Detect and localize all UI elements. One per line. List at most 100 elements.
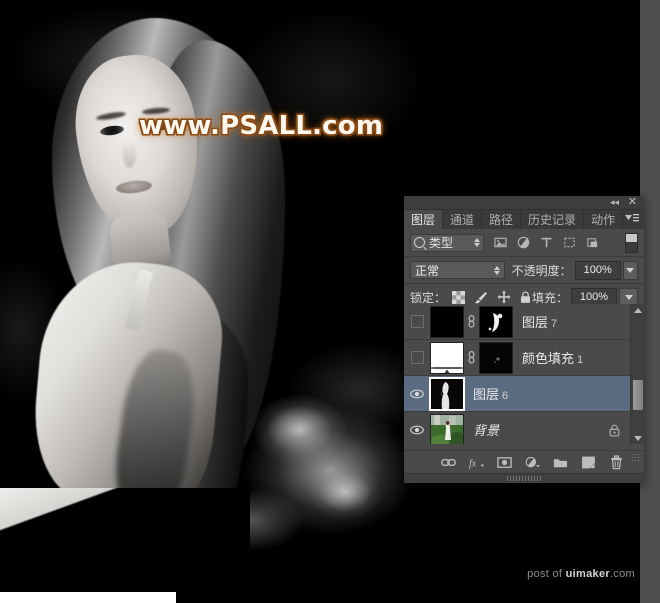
adjustment-filter-icon[interactable] [517, 236, 530, 249]
layer-name-suffix: 7 [551, 318, 558, 330]
table-row[interactable]: 颜色填充 1 [404, 340, 630, 376]
layer-list-scrollbar[interactable] [630, 304, 645, 444]
padlock-glyph [609, 424, 620, 437]
scrollbar-thumb[interactable] [633, 380, 643, 410]
filter-enable-toggle[interactable] [625, 232, 638, 253]
panel-menu-icon[interactable] [625, 213, 639, 227]
layer-name[interactable]: 背景 [473, 420, 499, 439]
layer-mask-thumbnail[interactable] [479, 305, 513, 338]
credit-brand: uimaker [565, 568, 610, 580]
opacity-slider-caret[interactable] [622, 260, 638, 280]
tab-actions[interactable]: 动作 [584, 210, 624, 229]
filter-kind-select[interactable]: 类型 [410, 233, 484, 252]
layer-thumbnail[interactable] [429, 376, 465, 411]
chain-link-glyph [468, 315, 475, 328]
layer-name-text: 图层 [473, 387, 500, 402]
chevron-updown-icon [474, 238, 480, 247]
collapse-icon[interactable]: ◂◂ [610, 197, 619, 208]
layer-name[interactable]: 图层 7 [522, 312, 557, 331]
layer-mask-thumbnail[interactable] [479, 341, 513, 374]
layer-name[interactable]: 颜色填充 1 [522, 348, 583, 367]
search-icon [414, 237, 425, 248]
eye-icon [410, 389, 424, 398]
layer-name[interactable]: 图层 6 [473, 384, 508, 403]
blend-mode-value: 正常 [415, 263, 440, 278]
add-layer-mask-icon[interactable] [497, 455, 512, 470]
panel-resize-grip[interactable] [631, 453, 640, 462]
layer-locked-icon [609, 424, 620, 440]
panel-drag-grip[interactable] [507, 476, 541, 481]
visibility-toggle-layer6[interactable] [404, 389, 430, 399]
layer-style-fx-icon[interactable]: fx [469, 455, 484, 470]
layer-list[interactable]: 图层 7 颜色填充 1 图层 6 背景 [404, 304, 630, 444]
smart-object-filter-icon[interactable] [586, 236, 599, 249]
panel-title-bar[interactable]: ◂◂ ✕ [404, 196, 644, 210]
lock-all-icon[interactable] [520, 291, 531, 304]
cutout-edge [0, 488, 250, 603]
figure-preview [431, 378, 463, 409]
shape-filter-icon[interactable] [563, 236, 576, 249]
link-layers-icon[interactable] [441, 455, 456, 470]
layer-name-text: 颜色填充 [522, 351, 575, 366]
link-mask-icon[interactable] [467, 351, 476, 364]
lock-label: 锁定： [410, 290, 447, 305]
tab-layers[interactable]: 图层 [404, 210, 444, 229]
layer-thumbnail[interactable] [430, 341, 464, 374]
visibility-toggle-layer7[interactable] [404, 315, 430, 328]
nose [123, 140, 136, 168]
layer-thumbnail[interactable] [430, 305, 464, 338]
credit-line: post of uimaker.com [527, 568, 635, 580]
watermark-text: www.PSALL.com [139, 111, 384, 141]
type-filter-icon[interactable] [540, 236, 553, 249]
table-row[interactable]: 背景 [404, 412, 630, 444]
tab-channels[interactable]: 通道 [443, 210, 483, 229]
visibility-toggle-background[interactable] [404, 425, 430, 435]
eye-icon [410, 425, 424, 434]
screenshot-root: www.PSALL.com post of uimaker.com ◂◂ ✕ 图… [0, 0, 660, 603]
bottom-white-strip [0, 592, 176, 603]
table-row[interactable]: 图层 7 [404, 304, 630, 340]
tab-history[interactable]: 历史记录 [521, 210, 585, 229]
lock-position-icon[interactable] [497, 290, 511, 304]
filter-icon-group [494, 236, 599, 249]
close-icon[interactable]: ✕ [628, 196, 637, 208]
layer-name-suffix: 1 [577, 354, 584, 366]
eye-hidden-icon [410, 315, 424, 328]
opacity-label: 不透明度： [511, 263, 572, 278]
svg-text:fx: fx [469, 458, 477, 469]
opacity-value[interactable]: 100% [574, 260, 621, 280]
panel-footer [404, 473, 644, 483]
chain-link-glyph [468, 351, 475, 364]
layer-thumbnail[interactable] [430, 413, 464, 444]
background-photo-preview [431, 414, 463, 444]
table-row[interactable]: 图层 6 [404, 376, 630, 412]
link-mask-icon[interactable] [467, 315, 476, 328]
panel-tabs: 图层 通道 路径 历史记录 动作 [404, 210, 644, 229]
mask-preview [480, 342, 512, 373]
mask-preview [480, 306, 512, 337]
new-layer-icon[interactable] [581, 455, 596, 470]
layers-panel: ◂◂ ✕ 图层 通道 路径 历史记录 动作 类型 正常 不透明度： 100% 锁… [404, 196, 645, 483]
layer-name-suffix: 6 [502, 390, 509, 402]
gradient-fill-preview [431, 342, 463, 373]
delete-layer-icon[interactable] [609, 455, 624, 470]
hamburger-glyph [625, 214, 639, 222]
lock-icon-group [452, 290, 531, 304]
new-adjustment-layer-icon[interactable] [525, 455, 540, 470]
new-group-icon[interactable] [553, 455, 568, 470]
layer-name-text: 背景 [473, 423, 500, 438]
scroll-up-arrow-icon[interactable] [631, 304, 645, 316]
tab-paths[interactable]: 路径 [482, 210, 522, 229]
filter-kind-label: 类型 [429, 236, 454, 250]
scroll-down-arrow-icon[interactable] [631, 432, 645, 444]
fill-label: 填充： [531, 290, 568, 305]
pixel-filter-icon[interactable] [494, 236, 507, 249]
layers-panel-toolbar: fx [404, 450, 644, 474]
visibility-toggle-colorfill1[interactable] [404, 351, 430, 364]
layer-name-text: 图层 [522, 315, 549, 330]
blend-row: 正常 不透明度： 100% [404, 256, 644, 283]
blend-mode-select[interactable]: 正常 [410, 261, 505, 279]
lock-image-pixels-icon[interactable] [474, 291, 488, 304]
credit-suffix: .com [609, 568, 635, 580]
lock-transparent-pixels-icon[interactable] [452, 290, 466, 304]
